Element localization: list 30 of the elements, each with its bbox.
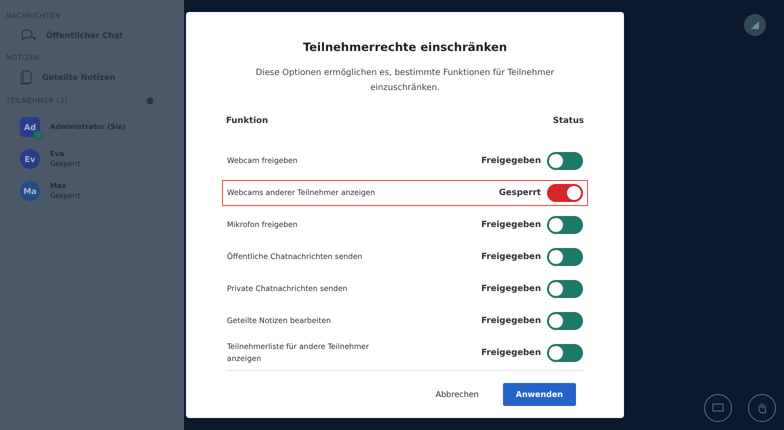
screen-share-button[interactable] [704,394,732,422]
connection-icon[interactable] [744,14,766,36]
dialog-title: Teilnehmerrechte einschränken [302,40,508,54]
notes-icon [20,70,32,85]
dialog-description: Diese Optionen ermöglichen es, bestimmte Funktionen für Teilnehmer einzuschränken. [254,67,556,95]
column-header: Funktion [226,116,268,126]
status-label: Gesperrt [498,188,541,198]
toggle-switch[interactable] [547,344,583,362]
status-label: Freigegeben [481,284,541,294]
toggle-switch[interactable] [547,216,583,234]
avatar: Ma [20,181,40,201]
status-label: Freigegeben [481,156,541,166]
chat-icon [20,28,36,42]
screen-icon [712,402,724,414]
status-label: Freigegeben [481,252,541,262]
raise-hand-button[interactable] [748,394,776,422]
toggle-switch[interactable] [547,312,583,330]
status-label: Freigegeben [481,316,541,326]
cancel-button[interactable]: Abbrechen [430,389,485,400]
toggle-switch[interactable] [547,248,583,266]
avatar: Ad [20,117,40,137]
status-label: Freigegeben [481,348,541,358]
apply-button[interactable]: Anwenden [502,383,576,406]
toggle-switch[interactable] [547,152,583,170]
toggle-switch[interactable] [547,280,583,298]
status-label: Freigegeben [481,220,541,230]
hand-icon [756,402,768,414]
column-header: Status [552,116,584,126]
toggle-switch[interactable] [547,184,583,202]
avatar: Ev [20,149,40,169]
